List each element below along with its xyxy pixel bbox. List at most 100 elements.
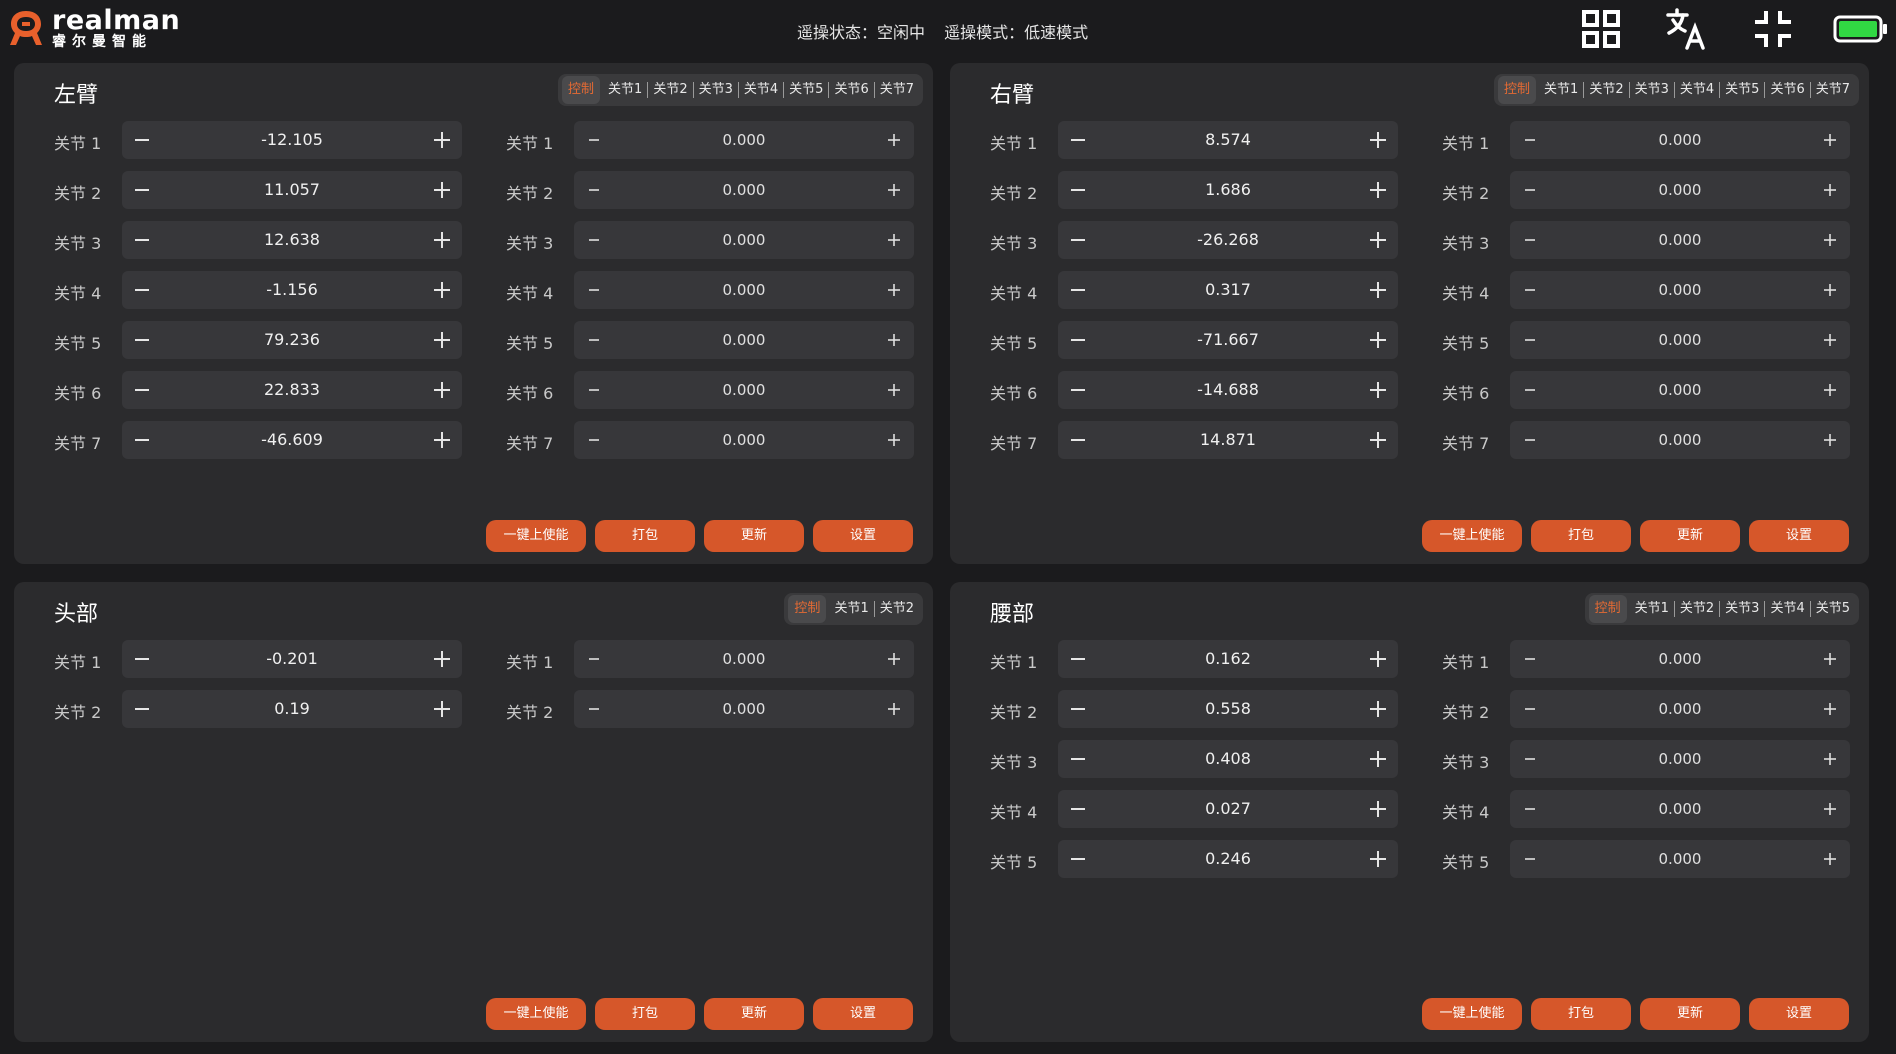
settings-button[interactable]: 设置 (813, 520, 913, 552)
tab-joint-1[interactable]: 关节1 (1630, 601, 1674, 617)
update-button[interactable]: 更新 (1640, 520, 1740, 552)
tab-control[interactable]: 控制 (788, 595, 827, 623)
increment-icon[interactable] (1360, 271, 1396, 309)
joint-target-value[interactable]: 0.000 (1550, 121, 1810, 159)
joint-target-value[interactable]: 0.000 (614, 421, 874, 459)
joint-value[interactable]: -12.105 (162, 121, 422, 159)
increment-icon[interactable] (876, 271, 912, 309)
decrement-icon[interactable] (576, 421, 612, 459)
increment-icon[interactable] (1360, 121, 1396, 159)
increment-icon[interactable] (424, 121, 460, 159)
increment-icon[interactable] (424, 221, 460, 259)
joint-target-value[interactable]: 0.000 (614, 221, 874, 259)
tab-joint-7[interactable]: 关节7 (873, 82, 919, 98)
pack-button[interactable]: 打包 (1531, 998, 1631, 1030)
settings-button[interactable]: 设置 (1749, 998, 1849, 1030)
collapse-icon[interactable] (1750, 6, 1796, 52)
decrement-icon[interactable] (576, 271, 612, 309)
decrement-icon[interactable] (576, 171, 612, 209)
increment-icon[interactable] (1812, 740, 1848, 778)
increment-icon[interactable] (1812, 271, 1848, 309)
increment-icon[interactable] (424, 371, 460, 409)
decrement-icon[interactable] (576, 371, 612, 409)
decrement-icon[interactable] (1512, 121, 1548, 159)
decrement-icon[interactable] (124, 321, 160, 359)
decrement-icon[interactable] (1060, 321, 1096, 359)
tab-joint-4[interactable]: 关节4 (1673, 82, 1719, 98)
enable-all-button[interactable]: 一键上使能 (486, 520, 586, 552)
increment-icon[interactable] (1360, 371, 1396, 409)
decrement-icon[interactable] (1512, 790, 1548, 828)
tab-joint-6[interactable]: 关节6 (1764, 82, 1809, 98)
increment-icon[interactable] (424, 321, 460, 359)
tab-joint-5[interactable]: 关节5 (1809, 601, 1855, 617)
increment-icon[interactable] (1812, 421, 1848, 459)
tab-joint-4[interactable]: 关节4 (1764, 601, 1809, 617)
joint-target-value[interactable]: 0.000 (1550, 840, 1810, 878)
decrement-icon[interactable] (124, 640, 160, 678)
joint-target-value[interactable]: 0.000 (614, 121, 874, 159)
increment-icon[interactable] (876, 171, 912, 209)
pack-button[interactable]: 打包 (595, 520, 695, 552)
joint-target-value[interactable]: 0.000 (1550, 221, 1810, 259)
increment-icon[interactable] (424, 171, 460, 209)
joint-target-value[interactable]: 0.000 (1550, 271, 1810, 309)
joint-target-value[interactable]: 0.000 (614, 171, 874, 209)
joint-value[interactable]: -46.609 (162, 421, 422, 459)
joint-value[interactable]: 79.236 (162, 321, 422, 359)
increment-icon[interactable] (1360, 790, 1396, 828)
increment-icon[interactable] (1812, 840, 1848, 878)
tab-joint-6[interactable]: 关节6 (828, 82, 873, 98)
joint-target-value[interactable]: 0.000 (1550, 171, 1810, 209)
decrement-icon[interactable] (1512, 271, 1548, 309)
joint-value[interactable]: -26.268 (1098, 221, 1358, 259)
decrement-icon[interactable] (1060, 371, 1096, 409)
increment-icon[interactable] (876, 221, 912, 259)
joint-value[interactable]: 8.574 (1098, 121, 1358, 159)
decrement-icon[interactable] (576, 640, 612, 678)
decrement-icon[interactable] (1060, 640, 1096, 678)
joint-value[interactable]: -71.667 (1098, 321, 1358, 359)
joint-target-value[interactable]: 0.000 (1550, 790, 1810, 828)
increment-icon[interactable] (876, 421, 912, 459)
increment-icon[interactable] (1360, 321, 1396, 359)
enable-all-button[interactable]: 一键上使能 (1422, 998, 1522, 1030)
pack-button[interactable]: 打包 (1531, 520, 1631, 552)
joint-value[interactable]: 1.686 (1098, 171, 1358, 209)
decrement-icon[interactable] (124, 171, 160, 209)
decrement-icon[interactable] (124, 690, 160, 728)
decrement-icon[interactable] (124, 271, 160, 309)
pack-button[interactable]: 打包 (595, 998, 695, 1030)
joint-value[interactable]: 0.408 (1098, 740, 1358, 778)
increment-icon[interactable] (1360, 171, 1396, 209)
tab-joint-3[interactable]: 关节3 (1628, 82, 1674, 98)
joint-target-value[interactable]: 0.000 (1550, 740, 1810, 778)
increment-icon[interactable] (876, 321, 912, 359)
tab-joint-4[interactable]: 关节4 (737, 82, 783, 98)
decrement-icon[interactable] (1512, 171, 1548, 209)
update-button[interactable]: 更新 (1640, 998, 1740, 1030)
tab-joint-1[interactable]: 关节1 (829, 601, 873, 617)
tab-control[interactable]: 控制 (1588, 595, 1627, 623)
decrement-icon[interactable] (1060, 690, 1096, 728)
joint-target-value[interactable]: 0.000 (1550, 321, 1810, 359)
tab-control[interactable]: 控制 (562, 76, 601, 104)
grid-icon[interactable] (1578, 6, 1624, 52)
joint-target-value[interactable]: 0.000 (1550, 690, 1810, 728)
joint-value[interactable]: 0.558 (1098, 690, 1358, 728)
joint-value[interactable]: 14.871 (1098, 421, 1358, 459)
update-button[interactable]: 更新 (704, 520, 804, 552)
decrement-icon[interactable] (1512, 221, 1548, 259)
enable-all-button[interactable]: 一键上使能 (486, 998, 586, 1030)
tab-joint-5[interactable]: 关节5 (783, 82, 828, 98)
increment-icon[interactable] (1812, 790, 1848, 828)
joint-value[interactable]: 0.027 (1098, 790, 1358, 828)
decrement-icon[interactable] (124, 221, 160, 259)
decrement-icon[interactable] (1060, 840, 1096, 878)
decrement-icon[interactable] (1060, 421, 1096, 459)
increment-icon[interactable] (424, 421, 460, 459)
increment-icon[interactable] (876, 640, 912, 678)
decrement-icon[interactable] (1512, 840, 1548, 878)
increment-icon[interactable] (1812, 171, 1848, 209)
increment-icon[interactable] (1360, 740, 1396, 778)
